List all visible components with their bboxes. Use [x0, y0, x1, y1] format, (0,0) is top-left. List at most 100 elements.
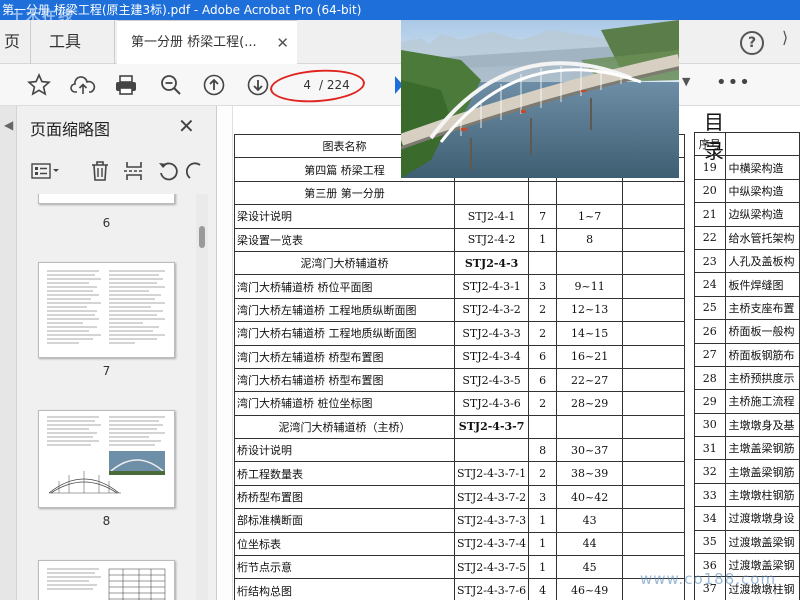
table-cell-pages: 16~21 [556, 344, 624, 369]
print-icon[interactable] [113, 72, 139, 98]
rotate-left-icon[interactable] [154, 156, 182, 186]
toc-cell-name: 主墩盖梁钢筋 [724, 436, 800, 461]
table-cell-code: STJ2-4-3-1 [453, 274, 530, 299]
toc-cell-no: 35 [694, 529, 726, 555]
thumbnail-page[interactable] [38, 410, 175, 508]
tab-home[interactable]: 页 [0, 20, 28, 64]
table-cell-pages [556, 414, 624, 440]
tab-bar: 页 工具 第一分册 桥梁工程(... ✕ [0, 20, 800, 64]
table-cell-pages: 14~15 [556, 321, 624, 346]
table-cell-code: STJ2-4-2 [453, 227, 530, 252]
table-cell-code: STJ2-4-3-7 [453, 414, 530, 440]
table-cell-pages: 38~39 [556, 461, 624, 486]
toc-cell-name: 中横梁构造 [724, 155, 800, 180]
table-row: 位坐标表 STJ2-4-3-7-4 1 44 [234, 531, 686, 557]
chevron-down-icon[interactable]: ▼ [682, 75, 690, 88]
thumbnail-options-icon[interactable] [28, 156, 64, 186]
scrollbar-thumb[interactable] [199, 226, 205, 248]
panel-toolbar [28, 156, 208, 186]
table-row: 27 桥面板钢筋布 [694, 342, 800, 367]
panel-title: 页面缩略图 [30, 120, 111, 139]
table-cell-sheets: 2 [528, 391, 558, 416]
table-row: 33 主墩墩柱钢筋 [694, 482, 800, 508]
table-cell-sheets: 1 [528, 227, 558, 252]
previous-page-icon[interactable] [201, 72, 227, 98]
table-cell-pages [556, 250, 624, 276]
thumbnail-page[interactable] [38, 560, 175, 600]
table-cell-code: STJ2-4-3-7-1 [453, 461, 530, 486]
thumbnail-page[interactable] [38, 194, 175, 204]
table-row: 24 板件焊缝图 [694, 272, 800, 297]
table-cell-pages: 44 [556, 531, 624, 557]
rotate-right-icon[interactable] [184, 156, 204, 186]
table-cell-code [453, 438, 530, 463]
table-cell-pages: 1~7 [556, 204, 624, 229]
zoom-out-icon[interactable] [158, 72, 184, 98]
extract-page-icon[interactable] [120, 156, 148, 186]
table-cell-sheets: 8 [528, 438, 558, 463]
table-cell-sheets: 2 [528, 321, 558, 346]
toc-cell-name: 中纵梁构造 [724, 178, 800, 204]
table-cell-name: 湾门大桥右辅道桥 桥型布置图 [234, 367, 455, 393]
collapse-arrow-icon[interactable]: ◀ [4, 118, 13, 132]
table-cell-pages: 43 [556, 508, 624, 533]
navigation-rail: ◀ [0, 106, 17, 600]
table-cell-sheets: 3 [528, 274, 558, 299]
table-cell-sheets: 1 [528, 531, 558, 557]
table-cell-name: 梁设计说明 [234, 204, 455, 229]
table-cell-sheets: 4 [528, 578, 558, 600]
toc-cell-no: 28 [694, 365, 726, 391]
thumbnail-page[interactable] [38, 262, 175, 358]
cloud-upload-icon[interactable] [70, 72, 96, 98]
close-panel-icon[interactable]: ✕ [178, 114, 195, 138]
more-tools-icon[interactable]: ••• [716, 72, 751, 93]
toc-cell-no: 19 [694, 155, 726, 180]
table-row: 部标准横断面 STJ2-4-3-7-3 1 43 [234, 508, 686, 533]
table-row: 25 主桥支座布置 [694, 295, 800, 321]
toc-cell-no: 23 [694, 248, 726, 274]
table-cell-sheets: 6 [528, 367, 558, 393]
table-cell-name: 湾门大桥辅道桥 桩位坐标图 [234, 391, 455, 416]
table-cell-pages: 45 [556, 555, 624, 580]
table-row: 19 中横梁构造 [694, 155, 800, 180]
corner-watermark: www.co188.com [640, 570, 777, 588]
tab-tools[interactable]: 工具 [30, 20, 115, 64]
toc-cell-no: 34 [694, 506, 726, 531]
next-page-icon[interactable] [245, 72, 271, 98]
table-cell-pages: 9~11 [556, 274, 624, 299]
close-tab-icon[interactable]: ✕ [276, 21, 289, 65]
table-row: 湾门大桥辅道桥 桩位坐标图 STJ2-4-3-6 2 28~29 [234, 391, 686, 416]
toc-cell-name: 过渡墩墩身设 [724, 506, 800, 531]
toc-cell-no: 32 [694, 459, 726, 484]
overflow-tab-icon[interactable]: ⟩ [782, 28, 788, 47]
table-cell-name: 部标准横断面 [234, 508, 455, 533]
toc-cell-name: 给水管托架构 [724, 225, 800, 250]
document-view: 图表名称 第四篇 桥梁工程 第三册 第一分册 梁设计说明 STJ2-4-1 7 1~7 梁设… [218, 106, 800, 600]
table-cell-name: 第三册 第一分册 [234, 180, 455, 206]
table-cell-code: STJ2-4-3-7-4 [453, 531, 530, 557]
table-row: 29 主桥施工流程 [694, 389, 800, 414]
delete-page-icon[interactable] [86, 156, 114, 186]
toc-cell-no: 30 [694, 412, 726, 438]
contents-table: 图表名称 第四篇 桥梁工程 第三册 第一分册 梁设计说明 STJ2-4-1 7 1~7 梁设… [234, 133, 686, 600]
table-cell-pages: 12~13 [556, 297, 624, 323]
table-cell-code: STJ2-4-3-6 [453, 391, 530, 416]
table-cell-pages: 28~29 [556, 391, 624, 416]
table-row: 22 给水管托架构 [694, 225, 800, 250]
help-icon[interactable]: ? [740, 31, 764, 55]
table-row: 桥设计说明 8 30~37 [234, 438, 686, 463]
table-row: 桁节点示意 STJ2-4-3-7-5 1 45 [234, 555, 686, 580]
thumbnail-scrollbar[interactable] [196, 194, 208, 600]
toc-cell-name: 主墩盖梁钢筋 [724, 459, 800, 484]
table-cell-name: 桥桥型布置图 [234, 484, 455, 510]
toc-cell-no: 21 [694, 202, 726, 227]
thumbnail-label: 6 [102, 216, 111, 230]
tab-document[interactable]: 第一分册 桥梁工程(... ✕ [117, 20, 297, 64]
bookmark-star-icon[interactable] [26, 72, 52, 98]
table-cell-sheets [528, 250, 558, 276]
thumbnail-label: 8 [102, 514, 111, 528]
table-cell-sheets: 1 [528, 555, 558, 580]
table-row: 湾门大桥左辅道桥 桥型布置图 STJ2-4-3-4 6 16~21 [234, 344, 686, 369]
table-row: 湾门大桥右辅道桥 桥型布置图 STJ2-4-3-5 6 22~27 [234, 367, 686, 393]
table-row: 32 主墩盖梁钢筋 [694, 459, 800, 484]
